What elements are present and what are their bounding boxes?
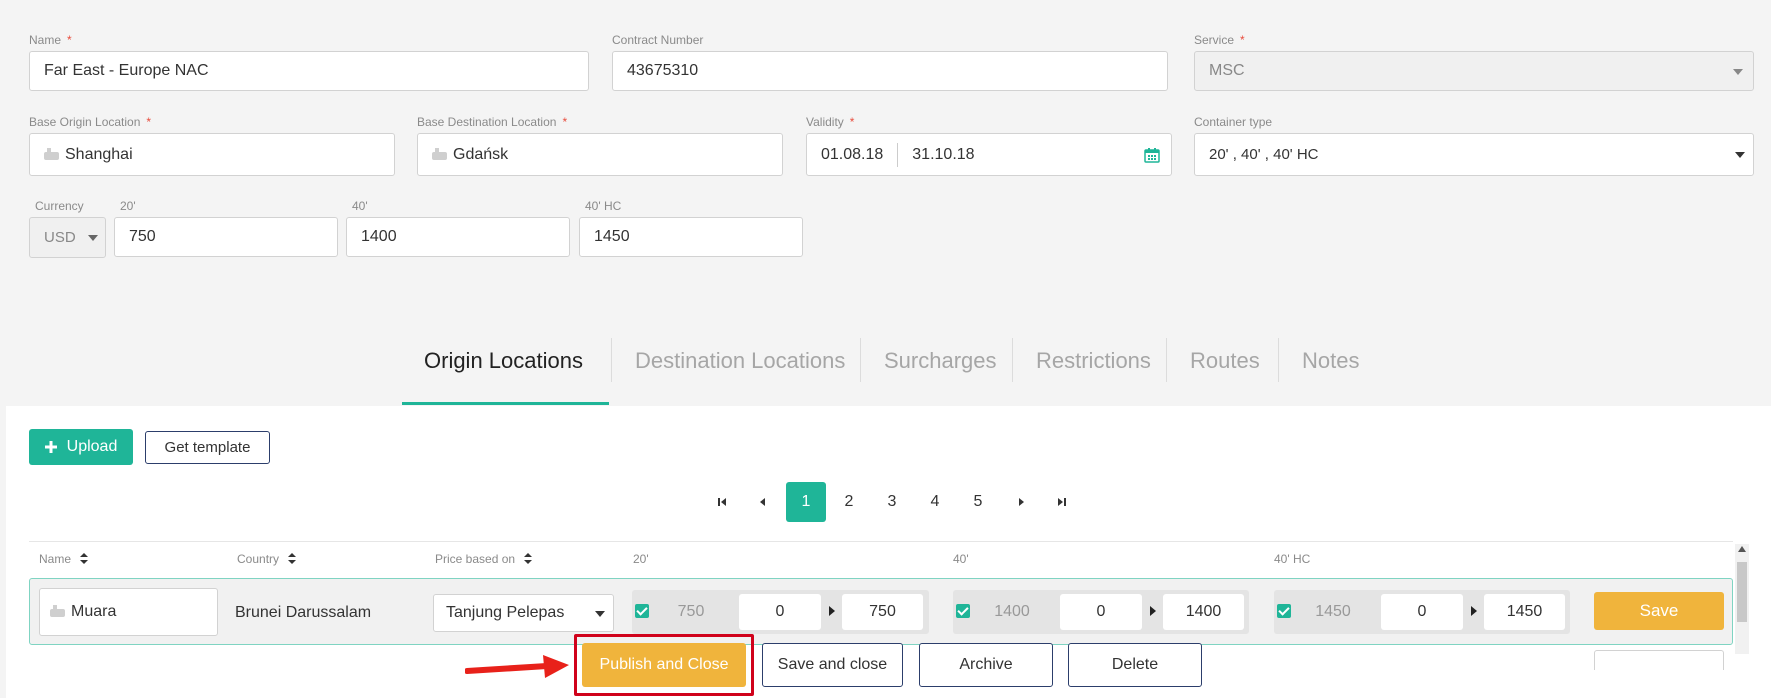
column-header-name[interactable]: Name (39, 552, 89, 566)
price-40-label: 40' (352, 199, 368, 213)
validity-to[interactable]: 31.10.18 (912, 146, 974, 164)
tab-divider (611, 338, 612, 382)
chevron-down-icon (88, 235, 98, 241)
column-header-20: 20' (633, 552, 649, 566)
tab-divider (1278, 338, 1279, 382)
page-1-button[interactable]: 1 (786, 482, 826, 522)
chevron-down-icon (1735, 152, 1745, 158)
last-page-button[interactable] (1042, 482, 1082, 522)
price-20-field[interactable]: 750 (114, 217, 338, 257)
tab-divider (1012, 338, 1013, 382)
tab-destination-locations[interactable]: Destination Locations (635, 348, 845, 374)
calendar-icon[interactable] (1144, 147, 1160, 163)
sort-icon (524, 553, 533, 564)
last-page-icon (1058, 498, 1066, 506)
name-label: Name * (29, 33, 72, 47)
price-40-base: 1400 (973, 594, 1051, 630)
price-40-total-input[interactable]: 1400 (1163, 594, 1244, 630)
next-row-save-button[interactable] (1594, 650, 1724, 670)
tab-surcharges[interactable]: Surcharges (884, 348, 997, 374)
first-page-button[interactable] (702, 482, 742, 522)
save-and-close-button[interactable]: Save and close (762, 643, 903, 687)
tab-divider (1166, 338, 1167, 382)
next-page-button[interactable] (1002, 482, 1042, 522)
service-select[interactable]: MSC (1194, 51, 1754, 91)
active-tab-indicator (402, 402, 609, 405)
service-label: Service * (1194, 33, 1245, 47)
validity-from[interactable]: 01.08.18 (821, 146, 883, 164)
price-40-adjust-input[interactable]: 0 (1060, 594, 1142, 630)
currency-select[interactable]: USD (29, 217, 106, 258)
sort-icon (80, 553, 89, 564)
column-header-country[interactable]: Country (237, 552, 297, 566)
publish-and-close-button[interactable]: Publish and Close (582, 643, 746, 687)
price-40-field[interactable]: 1400 (346, 217, 570, 257)
contract-number-field[interactable]: 43675310 (612, 51, 1168, 91)
upload-button[interactable]: Upload (29, 429, 133, 465)
tab-restrictions[interactable]: Restrictions (1036, 348, 1151, 374)
first-page-icon (718, 498, 726, 506)
get-template-button[interactable]: Get template (145, 431, 270, 464)
tab-divider (860, 338, 861, 382)
chevron-down-icon (1733, 69, 1743, 75)
base-origin-label: Base Origin Location * (29, 115, 152, 129)
table-header-divider (29, 541, 1733, 542)
prev-page-button[interactable] (742, 482, 782, 522)
price-20-checkbox[interactable] (635, 604, 649, 618)
price-40hc-field[interactable]: 1450 (579, 217, 803, 257)
plus-icon (44, 441, 57, 453)
port-icon (50, 605, 65, 617)
port-icon (432, 147, 447, 160)
page-2-button[interactable]: 2 (829, 482, 869, 522)
column-header-40hc: 40' HC (1274, 552, 1311, 566)
price-40hc-adjust-input[interactable]: 0 (1381, 594, 1463, 630)
chevron-down-icon (595, 611, 605, 617)
base-origin-field[interactable]: Shanghai (29, 133, 395, 176)
container-type-select[interactable]: 20' , 40' , 40' HC (1194, 133, 1754, 176)
page-3-button[interactable]: 3 (872, 482, 912, 522)
price-20-total-input[interactable]: 750 (842, 594, 923, 630)
row-save-button[interactable]: Save (1594, 592, 1724, 630)
column-header-price-based-on[interactable]: Price based on (435, 552, 533, 566)
port-icon (44, 147, 59, 160)
row-name-input[interactable]: Muara (39, 588, 218, 636)
validity-label: Validity * (806, 115, 855, 129)
archive-button[interactable]: Archive (919, 643, 1053, 687)
price-40hc-total-input[interactable]: 1450 (1484, 594, 1565, 630)
base-destination-field[interactable]: Gdańsk (417, 133, 783, 176)
name-field[interactable]: Far East - Europe NAC (29, 51, 589, 91)
price-40hc-label: 40' HC (585, 199, 622, 213)
price-20-base: 750 (652, 594, 730, 630)
arrow-right-icon (1471, 606, 1477, 616)
tab-routes[interactable]: Routes (1190, 348, 1260, 374)
base-destination-label: Base Destination Location * (417, 115, 568, 129)
delete-button[interactable]: Delete (1068, 643, 1202, 687)
arrow-right-icon (1150, 606, 1156, 616)
price-40hc-checkbox[interactable] (1277, 604, 1291, 618)
table-scrollbar-thumb[interactable] (1737, 562, 1747, 622)
page-4-button[interactable]: 4 (915, 482, 955, 522)
row-country: Brunei Darussalam (235, 604, 372, 621)
column-header-40: 40' (953, 552, 969, 566)
row-price-based-on-select[interactable]: Tanjung Pelepas (433, 594, 614, 632)
validity-range-field[interactable]: 01.08.18 31.10.18 (806, 133, 1172, 176)
page-5-button[interactable]: 5 (958, 482, 998, 522)
currency-label: Currency (35, 199, 84, 213)
sort-icon (288, 553, 297, 564)
contract-number-label: Contract Number (612, 33, 704, 47)
arrow-right-icon (829, 606, 835, 616)
price-20-label: 20' (120, 199, 136, 213)
scroll-up-icon[interactable] (1738, 546, 1746, 552)
price-40hc-base: 1450 (1294, 594, 1372, 630)
price-40-checkbox[interactable] (956, 604, 970, 618)
tab-origin-locations[interactable]: Origin Locations (424, 348, 583, 374)
next-page-icon (1019, 498, 1024, 506)
container-type-label: Container type (1194, 115, 1273, 129)
tab-notes[interactable]: Notes (1302, 348, 1359, 374)
prev-page-icon (760, 498, 765, 506)
annotation-arrow-icon (465, 655, 569, 678)
price-20-adjust-input[interactable]: 0 (739, 594, 821, 630)
